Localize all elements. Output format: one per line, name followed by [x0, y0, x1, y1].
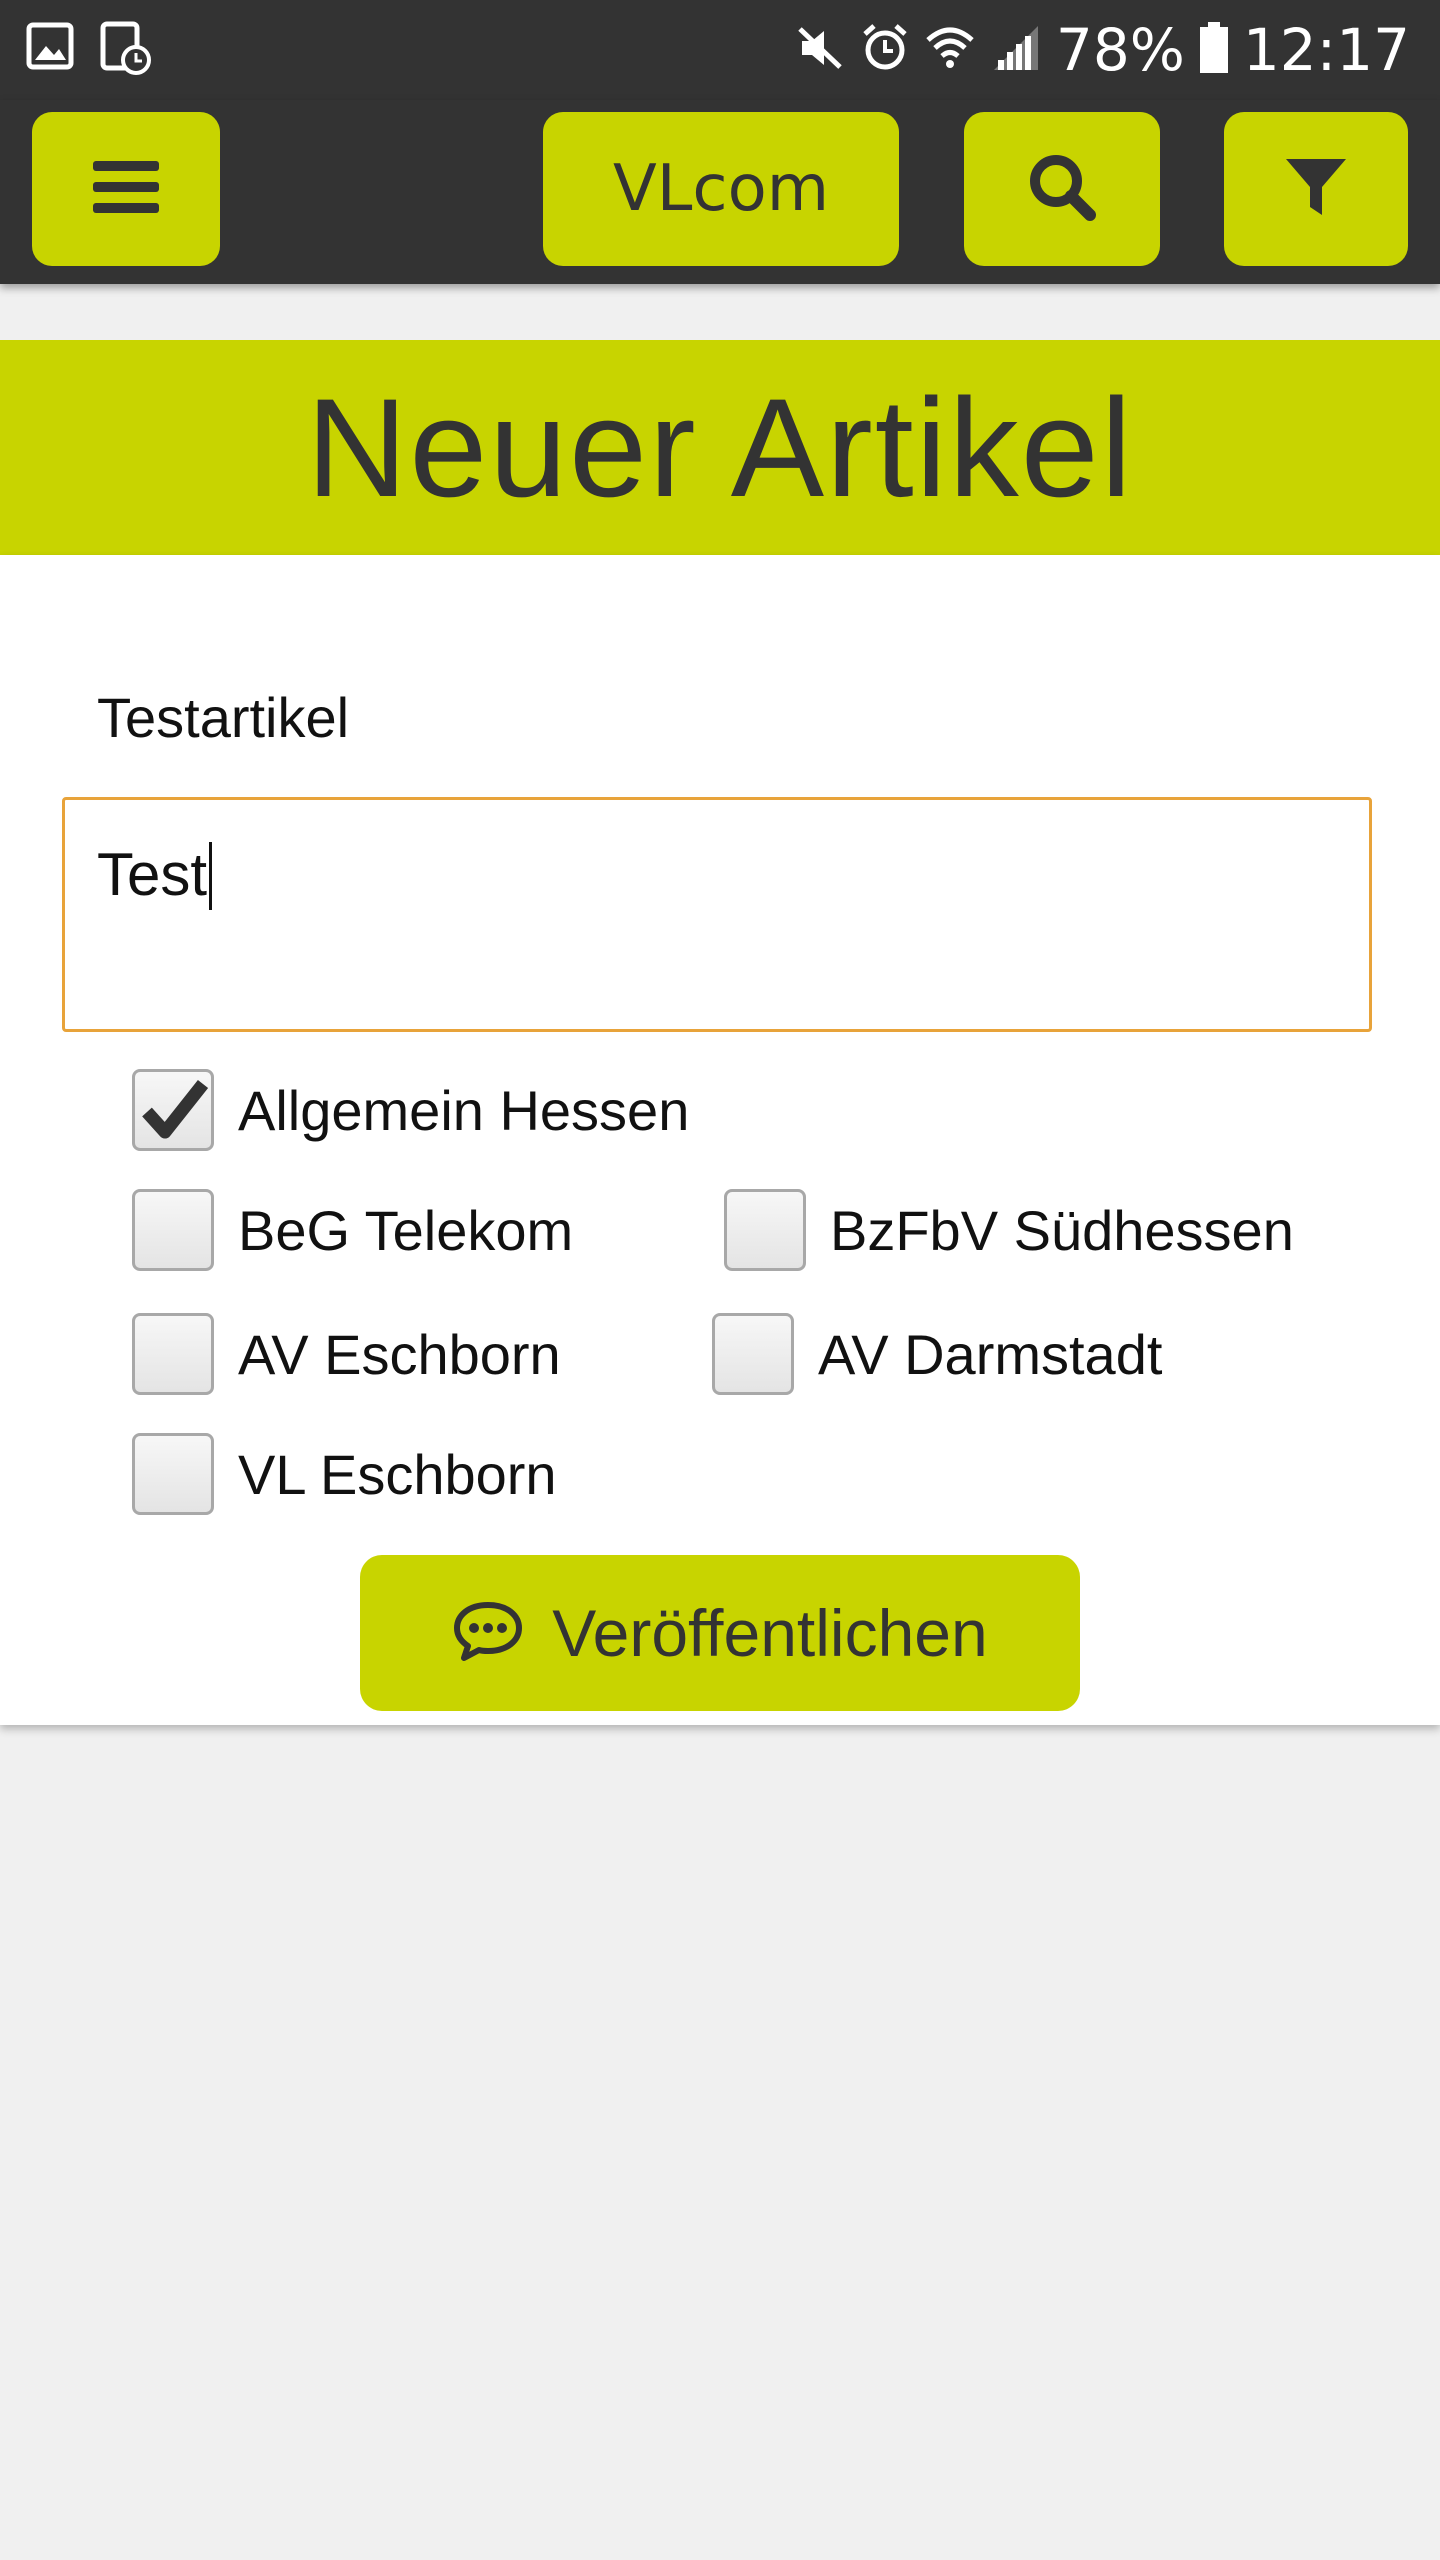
group-option-av-eschborn[interactable]: AV Eschborn [132, 1313, 561, 1395]
checkbox-bzfbv-suedhessen[interactable] [724, 1189, 806, 1271]
checkbox-beg-telekom[interactable] [132, 1189, 214, 1271]
search-icon [1026, 151, 1098, 227]
image-icon [26, 20, 74, 76]
group-option-allgemein-hessen[interactable]: Allgemein Hessen [132, 1069, 689, 1151]
checkbox-vl-eschborn[interactable] [132, 1433, 214, 1515]
clock: 12:17 [1242, 16, 1410, 84]
group-option-vl-eschborn[interactable]: VL Eschborn [132, 1433, 557, 1515]
screenshot-timer-icon [100, 20, 151, 76]
checkbox-allgemein-hessen[interactable] [132, 1069, 214, 1151]
search-button[interactable] [964, 112, 1160, 266]
group-label: AV Darmstadt [818, 1322, 1163, 1386]
article-text-value: Test [97, 841, 208, 908]
app-home-label: VLcom [612, 152, 830, 226]
filter-icon [1284, 155, 1348, 223]
speech-bubble-icon [452, 1599, 524, 1667]
group-label: BzFbV Südhessen [830, 1198, 1294, 1262]
group-label: VL Eschborn [238, 1442, 557, 1506]
battery-percent: 78% [1055, 16, 1185, 84]
group-label: AV Eschborn [238, 1322, 561, 1386]
text-caret [209, 842, 212, 910]
group-option-bzfbv-suedhessen[interactable]: BzFbV Südhessen [724, 1189, 1294, 1271]
group-label: BeG Telekom [238, 1198, 574, 1262]
group-label: Allgemein Hessen [238, 1078, 690, 1142]
battery-icon [1199, 21, 1229, 79]
filter-button[interactable] [1224, 112, 1408, 266]
checkbox-av-darmstadt[interactable] [712, 1313, 794, 1395]
article-form: Testartikel Test Allgemein Hessen BeG Te… [0, 555, 1440, 1725]
status-bar: 78% 12:17 [0, 0, 1440, 100]
wifi-icon [924, 22, 976, 78]
hamburger-menu-icon [93, 159, 159, 219]
checkbox-av-eschborn[interactable] [132, 1313, 214, 1395]
publish-label: Veröffentlichen [552, 1596, 988, 1670]
group-option-av-darmstadt[interactable]: AV Darmstadt [712, 1313, 1162, 1395]
page-title: Neuer Artikel [306, 368, 1134, 526]
group-option-beg-telekom[interactable]: BeG Telekom [132, 1189, 573, 1271]
mute-icon [796, 23, 846, 77]
alarm-icon [860, 22, 910, 78]
article-title-label: Testartikel [97, 686, 350, 749]
checkmark-icon [139, 1074, 211, 1150]
signal-icon [990, 22, 1042, 78]
page-header: Neuer Artikel [0, 340, 1440, 555]
article-text-input[interactable]: Test [62, 797, 1372, 1032]
publish-button[interactable]: Veröffentlichen [360, 1555, 1080, 1711]
app-toolbar: VLcom [0, 100, 1440, 284]
menu-button[interactable] [32, 112, 220, 266]
app-home-button[interactable]: VLcom [543, 112, 899, 266]
